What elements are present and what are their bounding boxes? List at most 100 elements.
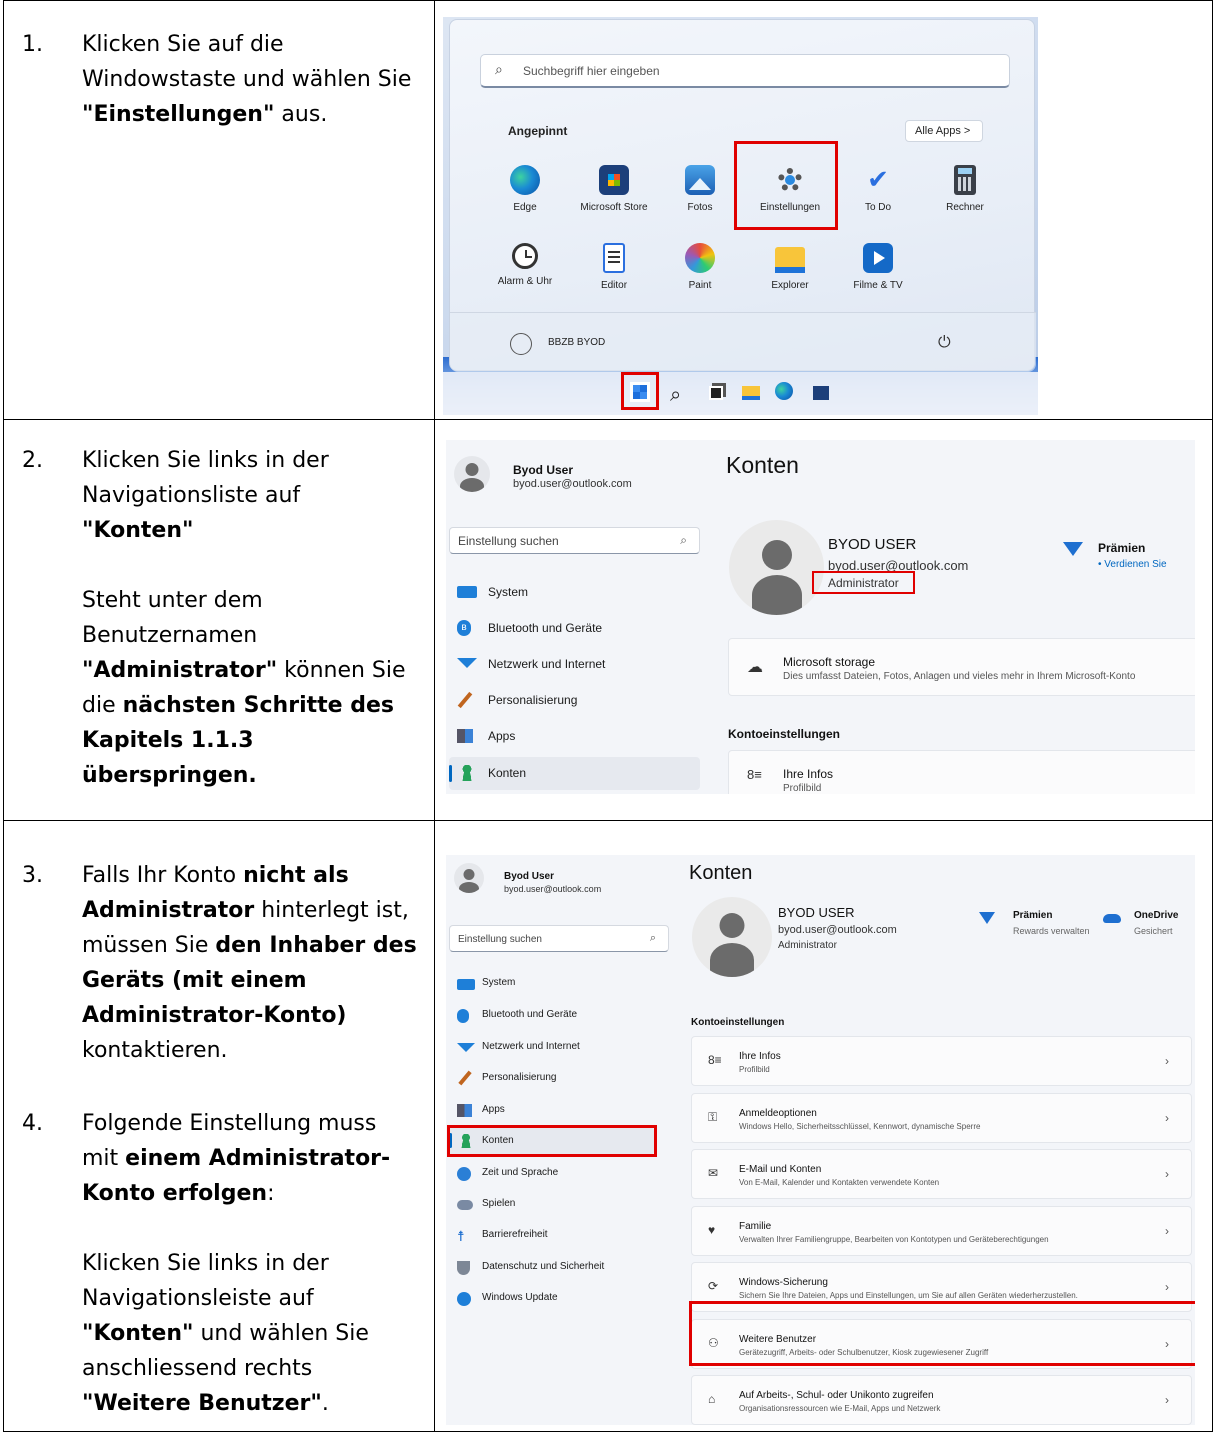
card-ihre-infos[interactable]: 8≡ Ihre Infos Profilbild [728, 750, 1195, 794]
sidebar-active-indicator [449, 765, 452, 782]
search-placeholder: Suchbegriff hier eingeben [523, 64, 660, 78]
page-title: Konten [726, 452, 799, 478]
app-editor[interactable]: Editor [564, 243, 664, 291]
row-divider [4, 820, 1212, 821]
rewards-subtitle[interactable]: • Verdienen Sie [1098, 559, 1167, 570]
bluetooth-icon [457, 1009, 469, 1023]
account-icon [461, 765, 473, 781]
bluetooth-icon: ʙ [457, 620, 471, 636]
chevron-right-icon: › [1165, 1110, 1169, 1125]
edge-icon[interactable] [775, 382, 793, 400]
start-search-input[interactable]: ⌕ Suchbegriff hier eingeben [480, 54, 1010, 88]
brush-icon [458, 1070, 472, 1086]
start-user-name: BBZB BYOD [548, 337, 606, 348]
step-number: 4. [22, 1111, 43, 1136]
app-to-do[interactable]: ✔ To Do [828, 165, 928, 213]
monitor-icon [457, 586, 477, 598]
settings-search-input[interactable]: Einstellung suchen ⌕ [449, 527, 700, 554]
card-ihre-infos[interactable]: 8≡ Ihre Infos Profilbild › [691, 1036, 1192, 1086]
accessibility-icon: ☨ [457, 1228, 465, 1244]
all-apps-button[interactable]: Alle Apps > [905, 120, 983, 142]
highlight-einstellungen [734, 141, 838, 230]
onedrive-icon [1103, 914, 1121, 923]
store-icon[interactable] [810, 382, 832, 404]
highlight-administrator [812, 571, 915, 594]
row-divider [4, 419, 1212, 420]
onedrive-subtitle: Gesichert [1134, 926, 1173, 936]
section-heading: Kontoeinstellungen [728, 727, 840, 741]
column-divider [434, 1, 435, 1431]
step-text: Klicken Sie auf die Windowstaste und wäh… [82, 32, 412, 127]
search-icon[interactable]: ⌕ [670, 382, 692, 406]
wifi-icon [457, 1043, 475, 1052]
card-arbeits-schulkonto[interactable]: ⌂ Auf Arbeits-, Schul- oder Unikonto zugr… [691, 1375, 1192, 1425]
shield-icon [457, 1261, 470, 1275]
account-role: Administrator [778, 940, 837, 951]
card-familie[interactable]: ♥ Familie Verwalten Ihrer Familiengruppe, … [691, 1205, 1192, 1256]
person-card-icon: 8≡ [747, 767, 762, 782]
start-user-bar: BBZB BYOD ⏻ [450, 312, 1036, 372]
step-number: 3. [22, 863, 43, 888]
highlight-konten [447, 1125, 657, 1157]
card-anmeldeoptionen[interactable]: ⚿ Anmeldeoptionen Windows Hello, Sicherhei… [691, 1092, 1192, 1143]
apps-icon [457, 729, 473, 743]
mail-icon: ✉ [708, 1166, 719, 1180]
globe-clock-icon [457, 1167, 471, 1181]
folder-icon [775, 247, 805, 273]
avatar-large [729, 520, 824, 615]
monitor-icon [457, 979, 475, 990]
photos-icon [685, 165, 715, 195]
storage-card[interactable]: ☁ Microsoft storage Dies umfasst Dateien… [728, 638, 1195, 696]
avatar [454, 863, 484, 893]
heart-icon: ♥ [708, 1222, 716, 1237]
user-email: byod.user@outlook.com [504, 884, 602, 894]
user-email: byod.user@outlook.com [513, 478, 632, 490]
search-icon: ⌕ [649, 932, 656, 944]
highlight-start-button [621, 372, 659, 410]
avatar [454, 456, 490, 492]
checkmark-icon: ✔ [867, 165, 889, 195]
apps-icon [457, 1104, 472, 1117]
calculator-icon [954, 165, 976, 195]
chevron-right-icon: › [1165, 1280, 1169, 1294]
settings-search-input[interactable]: Einstellung suchen ⌕ [449, 925, 669, 952]
settings-screenshot-1: Byod User byod.user@outlook.com Einstell… [446, 440, 1195, 794]
power-icon[interactable]: ⏻ [938, 332, 951, 352]
card-email-konten[interactable]: ✉ E-Mail und Konten Von E-Mail, Kalender u… [691, 1149, 1192, 1199]
folder-icon[interactable] [740, 382, 762, 404]
wifi-icon [457, 658, 477, 668]
cloud-icon: ☁ [747, 659, 763, 676]
app-explorer[interactable]: Explorer [740, 243, 840, 291]
app-paint[interactable]: Paint [650, 243, 750, 291]
app-edge[interactable]: Edge [475, 165, 575, 213]
app-rechner[interactable]: Rechner [915, 165, 1015, 213]
brush-icon [457, 691, 473, 709]
app-microsoft-store[interactable]: Microsoft Store [564, 165, 664, 213]
app-alarm-uhr[interactable]: Alarm & Uhr [475, 243, 575, 287]
rewards-subtitle[interactable]: Rewards verwalten [1013, 926, 1090, 936]
backup-icon: ⟳ [708, 1279, 719, 1293]
rewards-icon [979, 912, 995, 924]
app-filme-tv[interactable]: Filme & TV [828, 243, 928, 291]
pinned-heading: Angepinnt [508, 124, 568, 138]
briefcase-icon: ⌂ [708, 1392, 716, 1406]
chevron-right-icon: › [1165, 1393, 1169, 1407]
update-icon [457, 1292, 471, 1306]
step-text: Klicken Sie links in der Navigationslist… [82, 448, 406, 788]
sidebar-active-bg [449, 757, 700, 790]
search-icon: ⌕ [495, 62, 503, 78]
step-number: 1. [22, 32, 43, 57]
taskbar: ⌕ [443, 372, 1038, 415]
task-view-icon[interactable] [705, 382, 727, 404]
account-name: BYOD USER [778, 905, 855, 920]
edge-icon [510, 165, 540, 195]
chevron-right-icon: › [1165, 1167, 1169, 1181]
chevron-right-icon: › [1165, 1223, 1169, 1238]
person-card-icon: 8≡ [708, 1053, 722, 1067]
step-text: Falls Ihr Konto nicht als Administrator … [82, 863, 417, 1063]
settings-screenshot-2: Byod User byod.user@outlook.com Einstell… [446, 855, 1195, 1425]
section-heading: Kontoeinstellungen [691, 1017, 785, 1028]
chevron-right-icon: › [1165, 1054, 1169, 1068]
store-icon [599, 165, 629, 195]
step-number: 2. [22, 448, 43, 473]
